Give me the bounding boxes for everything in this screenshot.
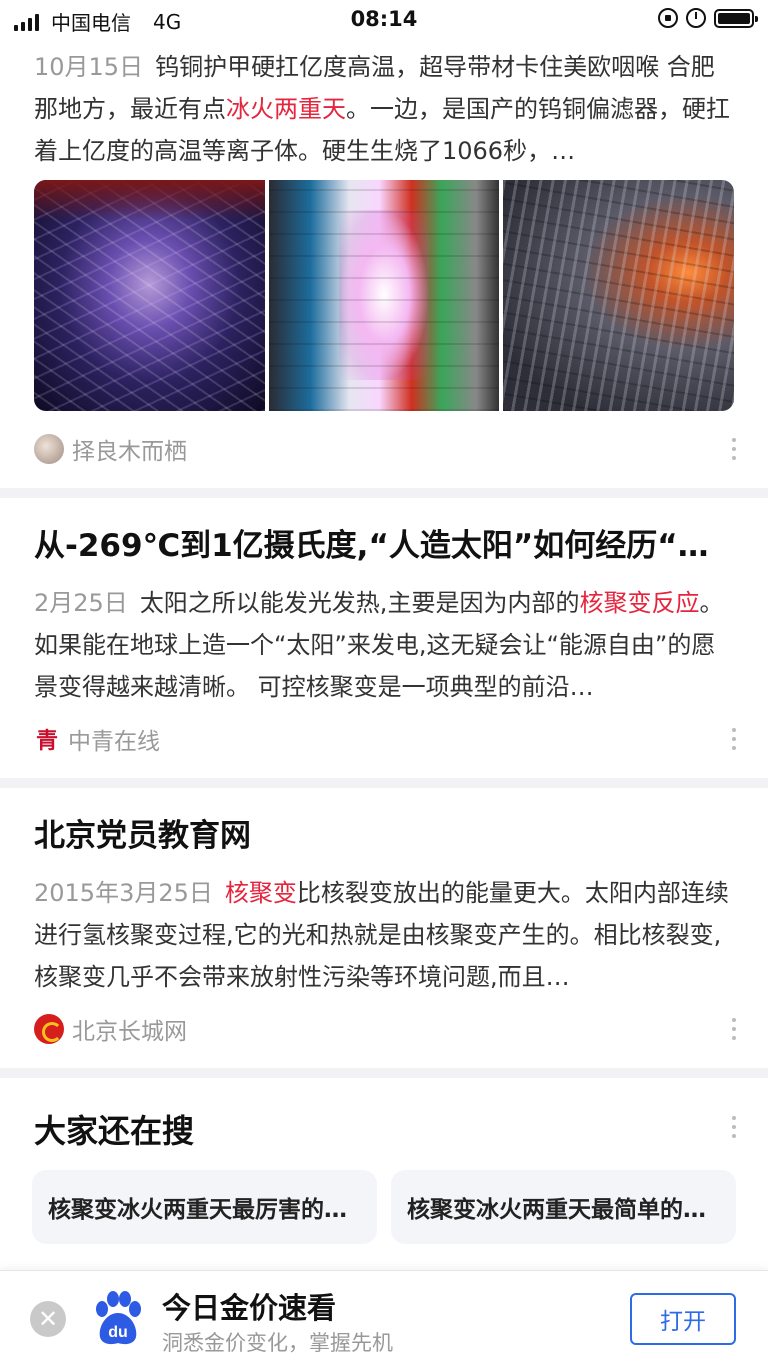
battery-icon xyxy=(714,8,758,28)
zhongqing-logo-icon: 青 xyxy=(35,728,58,754)
status-bar: 中国电信 4G 08:14 xyxy=(0,0,768,40)
divider xyxy=(0,488,768,498)
result-image[interactable] xyxy=(503,180,734,411)
result-date: 2月25日 xyxy=(34,589,128,617)
baidu-paw-logo-icon: du xyxy=(96,1291,141,1345)
also-search-section: 大家还在搜 核聚变冰火两重天最厉害的是什么 核聚变冰火两重天最简单的解释 xyxy=(0,1078,768,1270)
baidu-logo-text: du xyxy=(108,1324,128,1341)
result-card[interactable]: 北京党员教育网 2015年3月25日 核聚变比核裂变放出的能量更大。太阳内部连续进… xyxy=(0,788,768,1068)
banner-title: 今日金价速看 xyxy=(162,1291,337,1325)
result-title[interactable]: 北京党员教育网 xyxy=(0,816,768,856)
more-options-icon[interactable] xyxy=(730,1018,738,1040)
result-image[interactable] xyxy=(34,180,265,411)
beijing-changcheng-logo-icon xyxy=(34,1014,64,1044)
more-options-icon[interactable] xyxy=(730,728,738,750)
result-source[interactable]: 北京长城网 xyxy=(34,1012,187,1046)
result-card[interactable]: 10月15日 钨铜护甲硬扛亿度高温，超导带材卡住美欧咽喉 合肥那地方，最近有点冰火… xyxy=(0,40,768,488)
result-card[interactable]: 从-269℃到1亿摄氏度,“人造太阳”如何经历“冰火两重天” 2月25日太阳之所… xyxy=(0,498,768,778)
divider xyxy=(0,1068,768,1078)
snippet-highlight: 核聚变反应 xyxy=(579,589,700,617)
open-app-button[interactable]: 打开 xyxy=(630,1293,736,1345)
chip-label: 核聚变冰火两重天最简单的解释 xyxy=(407,1197,720,1223)
result-source[interactable]: 青 中青在线 xyxy=(34,722,160,756)
result-source[interactable]: 择良木而栖 xyxy=(34,432,187,466)
result-snippet: 10月15日 钨铜护甲硬扛亿度高温，超导带材卡住美欧咽喉 合肥那地方，最近有点冰火… xyxy=(0,46,768,172)
result-image[interactable] xyxy=(268,180,500,411)
section-title: 大家还在搜 xyxy=(34,1112,195,1150)
result-date: 2015年3月25日 xyxy=(34,879,213,907)
result-title[interactable]: 从-269℃到1亿摄氏度,“人造太阳”如何经历“冰火两重天” xyxy=(0,526,768,566)
related-search-chip[interactable]: 核聚变冰火两重天最厉害的是什么 xyxy=(32,1170,377,1244)
related-search-chip[interactable]: 核聚变冰火两重天最简单的解释 xyxy=(391,1170,736,1244)
alarm-icon xyxy=(686,8,706,28)
status-right xyxy=(658,8,758,28)
close-icon[interactable]: ✕ xyxy=(30,1301,66,1337)
status-time: 08:14 xyxy=(350,7,418,31)
source-name: 北京长城网 xyxy=(72,1019,187,1045)
chip-label: 核聚变冰火两重天最厉害的是什么 xyxy=(48,1197,361,1223)
snippet-highlight: 冰火两重天 xyxy=(226,95,346,123)
source-avatar xyxy=(34,434,64,464)
banner-subtitle: 洞悉金价变化，掌握先机 xyxy=(162,1331,393,1355)
rotation-lock-icon xyxy=(658,8,678,28)
snippet-text: 太阳之所以能发光发热,主要是因为内部的 xyxy=(139,589,580,617)
snippet-highlight: 核聚变 xyxy=(224,879,297,907)
source-name: 中青在线 xyxy=(68,729,160,755)
more-options-icon[interactable] xyxy=(730,1116,738,1138)
app-promo-banner[interactable]: ✕ du 今日金价速看 洞悉金价变化，掌握先机 打开 xyxy=(0,1270,768,1366)
result-snippet: 2月25日 太阳之所以能发光发热,主要是因为内部的核聚变反应。如果能在地球上造一个… xyxy=(0,582,768,708)
result-snippet: 2015年3月25日 核聚变比核裂变放出的能量更大。太阳内部连续进行氢核聚变过程,… xyxy=(0,872,768,998)
result-image-group[interactable] xyxy=(34,180,734,411)
source-name: 择良木而栖 xyxy=(72,439,187,465)
divider xyxy=(0,778,768,788)
more-options-icon[interactable] xyxy=(730,438,738,460)
result-date: 10月15日 xyxy=(34,53,144,81)
